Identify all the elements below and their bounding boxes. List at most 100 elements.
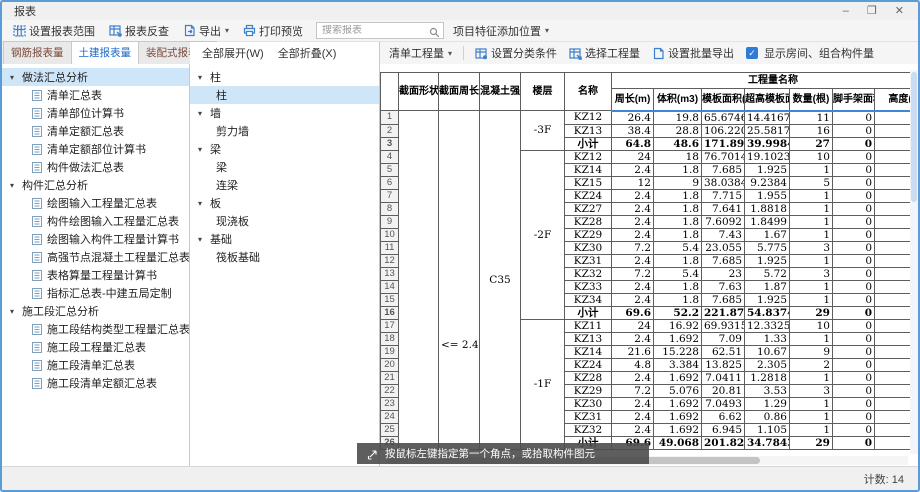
component-group-梁[interactable]: ▾梁 [190,140,379,158]
search-input[interactable] [322,25,429,36]
component-item-连梁[interactable]: 连梁 [190,176,379,194]
value-cell[interactable]: 0 [833,189,875,202]
value-cell[interactable]: 10 [790,150,833,163]
value-cell[interactable]: 171.8954 [702,137,745,150]
value-cell[interactable]: 25.5817 [745,124,790,137]
tree-group-施工段汇总分析[interactable]: ▾施工段汇总分析 [2,302,189,320]
value-cell[interactable]: 1.8 [654,202,702,215]
export-button[interactable]: 导出 ▾ [178,21,234,41]
concrete-grade-cell[interactable]: C35 [480,111,521,450]
value-cell[interactable]: 0 [833,163,875,176]
value-cell[interactable]: 1.8 [654,254,702,267]
component-group-柱[interactable]: ▾柱 [190,68,379,86]
value-cell[interactable]: 9.2384 [745,176,790,189]
value-cell[interactable]: 2.4 [612,397,654,410]
report-item-清单部位计算书[interactable]: 清单部位计算书 [2,104,189,122]
row-number[interactable]: 10 [381,228,399,241]
value-cell[interactable]: 1.925 [745,163,790,176]
row-number[interactable]: 18 [381,332,399,345]
value-cell[interactable]: 3.384 [654,358,702,371]
row-number[interactable]: 5 [381,163,399,176]
value-cell[interactable]: 23 [702,267,745,280]
row-number[interactable]: 20 [381,358,399,371]
value-cell[interactable]: 1.105 [745,423,790,436]
report-item-指标汇总表-中建五局定制[interactable]: 指标汇总表-中建五局定制 [2,284,189,302]
report-item-施工段工程量汇总表[interactable]: 施工段工程量汇总表 [2,338,189,356]
value-cell[interactable]: 0 [833,202,875,215]
value-cell[interactable]: 3 [790,267,833,280]
report-item-构件绘图输入工程量汇总表[interactable]: 构件绘图输入工程量汇总表 [2,212,189,230]
value-cell[interactable]: 0 [833,280,875,293]
value-cell[interactable]: 27 [790,137,833,150]
value-cell[interactable]: 1 [790,423,833,436]
quantity-type-dropdown[interactable]: 清单工程量 ▾ [384,43,457,63]
row-number[interactable]: 6 [381,176,399,189]
value-cell[interactable]: 7.09 [702,332,745,345]
value-cell[interactable]: 19.1023 [745,150,790,163]
value-cell[interactable]: 0 [833,410,875,423]
value-cell[interactable]: 76.7014 [702,150,745,163]
name-cell[interactable]: KZ32 [565,267,612,280]
value-cell[interactable]: 5.72 [745,267,790,280]
value-cell[interactable]: 1 [790,228,833,241]
value-cell[interactable]: 19.8 [654,111,702,125]
report-reverse-check-button[interactable]: 报表反查 [104,21,174,41]
value-cell[interactable]: 221.875 [702,306,745,319]
value-cell[interactable]: 1.67 [745,228,790,241]
value-cell[interactable]: 2.4 [612,371,654,384]
batch-export-button[interactable]: 设置批量导出 [647,43,739,63]
value-cell[interactable]: 7.685 [702,163,745,176]
print-preview-button[interactable]: 打印预览 [238,21,308,41]
row-number[interactable]: 16 [381,306,399,319]
value-cell[interactable]: 7.685 [702,254,745,267]
value-cell[interactable]: 65.6746 [702,111,745,125]
value-cell[interactable]: 0 [833,150,875,163]
name-cell[interactable]: KZ29 [565,228,612,241]
value-cell[interactable]: 16 [790,124,833,137]
value-cell[interactable]: 29 [790,306,833,319]
value-cell[interactable]: 1 [790,215,833,228]
row-number[interactable]: 11 [381,241,399,254]
value-cell[interactable]: 1.8 [654,215,702,228]
report-item-清单定额汇总表[interactable]: 清单定额汇总表 [2,122,189,140]
value-cell[interactable]: 0 [833,397,875,410]
value-cell[interactable]: 38.4 [612,124,654,137]
value-cell[interactable]: 2.4 [612,228,654,241]
tab-钢筋报表量[interactable]: 钢筋报表量 [3,41,72,64]
vertical-scrollbar[interactable] [910,70,918,454]
value-cell[interactable]: 1 [790,410,833,423]
value-cell[interactable]: 5 [790,176,833,189]
expand-all-link[interactable]: 全部展开(W) [202,45,264,61]
value-cell[interactable]: 7.2 [612,384,654,397]
value-cell[interactable]: 11 [790,111,833,125]
minimize-button[interactable]: – [843,6,849,16]
row-number[interactable]: 25 [381,423,399,436]
component-item-梁[interactable]: 梁 [190,158,379,176]
value-cell[interactable]: 1.8 [654,293,702,306]
set-report-scope-button[interactable]: 设置报表范围 [8,21,100,41]
value-cell[interactable]: 2.4 [612,163,654,176]
tree-group-做法汇总分析[interactable]: ▾做法汇总分析 [2,68,189,86]
value-cell[interactable]: 15.228 [654,345,702,358]
value-cell[interactable]: 2 [790,358,833,371]
row-number[interactable]: 15 [381,293,399,306]
name-cell[interactable]: KZ24 [565,189,612,202]
value-cell[interactable]: 1.33 [745,332,790,345]
close-button[interactable]: ✕ [895,6,904,16]
value-cell[interactable]: 7.0493 [702,397,745,410]
show-rooms-toggle[interactable]: ✓ 显示房间、组合构件量 [741,43,879,63]
value-cell[interactable]: 6.62 [702,410,745,423]
value-cell[interactable]: 7.2 [612,241,654,254]
value-cell[interactable]: 7.0411 [702,371,745,384]
value-cell[interactable]: 49.068 [654,436,702,449]
value-cell[interactable]: 10 [790,319,833,332]
section-perimeter-cell[interactable]: <= 2.4 [439,111,480,450]
component-group-基础[interactable]: ▾基础 [190,230,379,248]
value-cell[interactable]: 2.305 [745,358,790,371]
value-cell[interactable]: 10.67 [745,345,790,358]
value-cell[interactable]: 39.9984 [745,137,790,150]
value-cell[interactable]: 1 [790,189,833,202]
value-cell[interactable]: 106.2208 [702,124,745,137]
select-quantity-button[interactable]: 选择工程量 [564,43,645,63]
row-number[interactable]: 14 [381,280,399,293]
